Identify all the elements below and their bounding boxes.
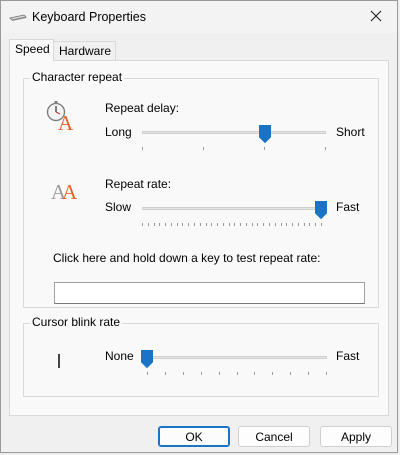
- cursor-blink-track: [147, 356, 327, 359]
- slider-tick: [205, 223, 207, 226]
- svg-text:A: A: [58, 111, 74, 133]
- cursor-blink-group: Cursor blink rate None Fast: [23, 315, 379, 397]
- repeat-rate-track: [142, 207, 322, 210]
- slider-tick: [251, 223, 253, 226]
- cursor-blink-thumb[interactable]: [141, 350, 153, 369]
- slider-tick: [292, 223, 294, 226]
- slider-tick: [142, 147, 143, 150]
- slider-tick: [200, 372, 202, 375]
- slider-tick: [147, 372, 148, 375]
- cursor-blink-ticks: [147, 372, 327, 375]
- repeat-delay-min-label: Long: [105, 125, 132, 139]
- window-title: Keyboard Properties: [32, 10, 146, 24]
- tab-hardware[interactable]: Hardware: [53, 41, 116, 60]
- cursor-blink-label: Cursor blink rate: [30, 315, 123, 329]
- slider-tick: [228, 223, 230, 226]
- slider-tick: [234, 223, 236, 226]
- slider-tick: [286, 223, 288, 226]
- slider-tick: [159, 223, 161, 226]
- close-button[interactable]: [355, 1, 397, 33]
- slider-tick: [274, 223, 276, 226]
- slider-tick: [303, 223, 305, 226]
- keyboard-properties-window: Keyboard Properties Speed Hardware Chara…: [0, 0, 398, 453]
- cancel-button[interactable]: Cancel: [238, 426, 310, 447]
- apply-button[interactable]: Apply: [320, 426, 392, 447]
- slider-tick: [182, 372, 184, 375]
- slider-tick: [153, 223, 155, 226]
- repeat-rate-ticks: [142, 223, 322, 226]
- repeat-rate-thumb[interactable]: [315, 201, 327, 220]
- repeat-rate-slider[interactable]: [142, 201, 327, 229]
- slider-tick: [297, 223, 299, 226]
- keyboard-icon: [9, 11, 27, 23]
- slider-tick: [308, 372, 310, 375]
- slider-tick: [290, 372, 292, 375]
- text-cursor-icon: [57, 354, 61, 371]
- repeat-delay-label: Repeat delay:: [105, 101, 180, 115]
- slider-tick: [280, 223, 282, 226]
- test-repeat-input[interactable]: [54, 282, 365, 304]
- repeat-rate-max-label: Fast: [336, 200, 360, 214]
- repeat-rate-min-label: Slow: [105, 200, 132, 214]
- repeat-delay-slider[interactable]: [142, 125, 326, 153]
- slider-tick: [142, 223, 143, 226]
- slider-tick: [263, 223, 265, 226]
- double-letter-icon: A A: [51, 177, 85, 206]
- svg-text:A: A: [62, 180, 78, 203]
- slider-tick: [203, 147, 204, 150]
- slider-tick: [309, 223, 311, 226]
- slider-tick: [176, 223, 178, 226]
- slider-tick: [269, 223, 271, 226]
- slider-tick: [218, 372, 220, 375]
- slider-tick: [182, 223, 184, 226]
- slider-tick: [188, 223, 190, 226]
- tab-speed[interactable]: Speed: [9, 39, 54, 61]
- slider-tick: [211, 223, 213, 226]
- slider-tick: [165, 223, 167, 226]
- cursor-blink-slider[interactable]: [141, 350, 327, 378]
- slider-tick: [325, 147, 326, 150]
- slider-tick: [217, 223, 219, 226]
- character-repeat-label: Character repeat: [30, 70, 125, 84]
- slider-tick: [245, 223, 247, 226]
- slider-tick: [264, 147, 265, 150]
- stopwatch-letter-icon: A: [44, 99, 78, 136]
- slider-tick: [164, 372, 166, 375]
- slider-tick: [272, 372, 274, 375]
- test-repeat-label: Click here and hold down a key to test r…: [53, 251, 321, 265]
- slider-tick: [147, 223, 149, 226]
- repeat-delay-ticks: [142, 147, 326, 150]
- slider-tick: [240, 223, 242, 226]
- repeat-delay-track: [142, 131, 326, 134]
- slider-tick: [257, 223, 259, 226]
- cursor-blink-min-label: None: [105, 349, 134, 363]
- repeat-delay-max-label: Short: [336, 125, 365, 139]
- slider-tick: [222, 223, 224, 226]
- title-bar: Keyboard Properties: [1, 1, 397, 33]
- repeat-rate-label: Repeat rate:: [105, 177, 172, 191]
- cursor-blink-max-label: Fast: [336, 349, 360, 363]
- slider-tick: [170, 223, 172, 226]
- character-repeat-group: Character repeat A Repeat delay: Long Sh…: [23, 70, 379, 308]
- slider-tick: [236, 372, 238, 375]
- slider-tick: [199, 223, 201, 226]
- slider-tick: [254, 372, 256, 375]
- slider-tick: [326, 372, 327, 375]
- slider-tick: [193, 223, 195, 226]
- slider-tick: [315, 223, 317, 226]
- close-icon: [370, 10, 382, 25]
- slider-tick: [321, 223, 322, 226]
- speed-tab-panel: Character repeat A Repeat delay: Long Sh…: [9, 60, 389, 416]
- ok-button[interactable]: OK: [158, 426, 230, 447]
- repeat-delay-thumb[interactable]: [258, 125, 271, 144]
